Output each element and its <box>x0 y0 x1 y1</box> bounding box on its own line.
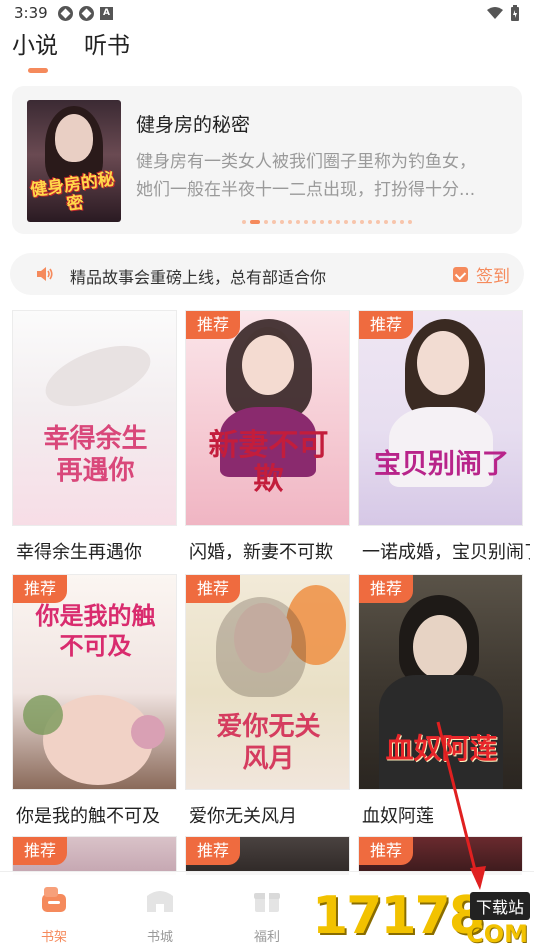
nav-welfare[interactable]: 福利 <box>237 884 297 945</box>
nav-bookshelf[interactable]: 书架 <box>24 884 84 945</box>
recommend-badge: 推荐 <box>359 575 413 603</box>
active-tab-indicator <box>28 68 48 73</box>
bookstore-icon <box>147 891 173 912</box>
recommend-badge: 推荐 <box>359 311 413 339</box>
status-notification-icons: A <box>58 6 113 21</box>
recommend-badge: 推荐 <box>13 837 67 865</box>
book-title: 幸得余生再遇你 <box>16 542 142 563</box>
featured-desc-line: 她们一般在半夜十一二点出现，打扮得十分... <box>136 180 476 200</box>
speaker-icon <box>37 267 53 281</box>
book-title: 血奴阿莲 <box>362 806 434 827</box>
book-cover[interactable]: 推荐 血奴阿莲 <box>358 574 523 790</box>
cover-illustration-face <box>55 114 93 162</box>
watermark-domain: COM <box>466 920 528 948</box>
recommend-badge: 推荐 <box>359 837 413 865</box>
featured-book-card[interactable]: 健身房的秘密 健身房的秘密 健身房有一类女人被我们圈子里称为钓鱼女， 她们一般在… <box>12 86 522 234</box>
wifi-icon <box>487 7 503 19</box>
battery-icon <box>511 5 519 21</box>
recommend-badge: 推荐 <box>186 837 240 865</box>
book-cover[interactable]: 推荐 <box>12 836 177 876</box>
status-system-icons <box>486 5 520 21</box>
nav-label: 书架 <box>40 930 67 945</box>
signin-button[interactable]: 签到 <box>453 262 510 287</box>
carousel-pager <box>242 220 412 224</box>
status-bar: 3:39 A <box>0 0 534 26</box>
a-notification-icon: A <box>100 7 113 20</box>
nav-label: 书城 <box>146 930 173 945</box>
tab-novel[interactable]: 小说 <box>12 26 58 60</box>
watermark-number: 17178 <box>312 886 485 946</box>
checkbox-icon <box>453 267 468 282</box>
featured-book-cover[interactable]: 健身房的秘密 <box>27 100 121 222</box>
nav-bookstore[interactable]: 书城 <box>130 884 190 945</box>
watermark-label: 下载站 <box>469 892 530 920</box>
book-title: 你是我的触不可及 <box>16 806 160 827</box>
gift-icon <box>254 893 280 912</box>
book-cover[interactable]: 推荐 <box>185 836 350 876</box>
recommend-badge: 推荐 <box>186 311 240 339</box>
nav-label: 福利 <box>253 930 280 945</box>
book-cover-title: 宝贝别闹了 <box>374 449 509 480</box>
book-cover[interactable]: 推荐 你是我的触不可及 <box>12 574 177 790</box>
app-notification-icon <box>58 6 73 21</box>
featured-book-title: 健身房的秘密 <box>136 114 251 136</box>
tab-audiobook[interactable]: 听书 <box>84 26 130 60</box>
top-tabs: 小说 听书 <box>12 26 130 60</box>
site-watermark: 17178 下载站 COM <box>312 884 534 950</box>
recommend-badge: 推荐 <box>186 575 240 603</box>
bookshelf-icon <box>42 887 66 912</box>
book-cover[interactable]: 推荐 新妻不可欺 <box>185 310 350 526</box>
book-cover-title: 爱你无关风月 <box>216 712 321 774</box>
book-cover[interactable]: 推荐 爱你无关风月 <box>185 574 350 790</box>
book-cover-title: 幸得余生再遇你 <box>43 424 148 486</box>
book-cover-title: 你是我的触不可及 <box>35 601 156 660</box>
book-cover[interactable]: 推荐 宝贝别闹了 <box>358 310 523 526</box>
featured-desc-line: 健身房有一类女人被我们圈子里称为钓鱼女， <box>136 152 476 172</box>
book-cover-title: 新妻不可欺 <box>208 428 329 497</box>
book-cover-title: 血奴阿莲 <box>385 732 498 765</box>
book-title: 爱你无关风月 <box>189 806 297 827</box>
book-title: 一诺成婚，宝贝别闹了 <box>362 542 530 563</box>
book-cover[interactable]: 推荐 <box>358 836 523 876</box>
signin-label: 签到 <box>476 267 510 287</box>
book-cover[interactable]: 幸得余生再遇你 <box>12 310 177 526</box>
featured-cover-title: 健身房的秘密 <box>29 169 117 215</box>
featured-book-description: 健身房有一类女人被我们圈子里称为钓鱼女， 她们一般在半夜十一二点出现，打扮得十分… <box>136 148 506 204</box>
status-time: 3:39 <box>14 4 48 22</box>
announcement-text: 精品故事会重磅上线，总有部适合你 <box>70 268 327 287</box>
announcement-bar[interactable]: 精品故事会重磅上线，总有部适合你 签到 <box>10 253 524 295</box>
app-notification-icon <box>79 6 94 21</box>
book-title: 闪婚，新妻不可欺 <box>189 542 333 563</box>
recommend-badge: 推荐 <box>13 575 67 603</box>
